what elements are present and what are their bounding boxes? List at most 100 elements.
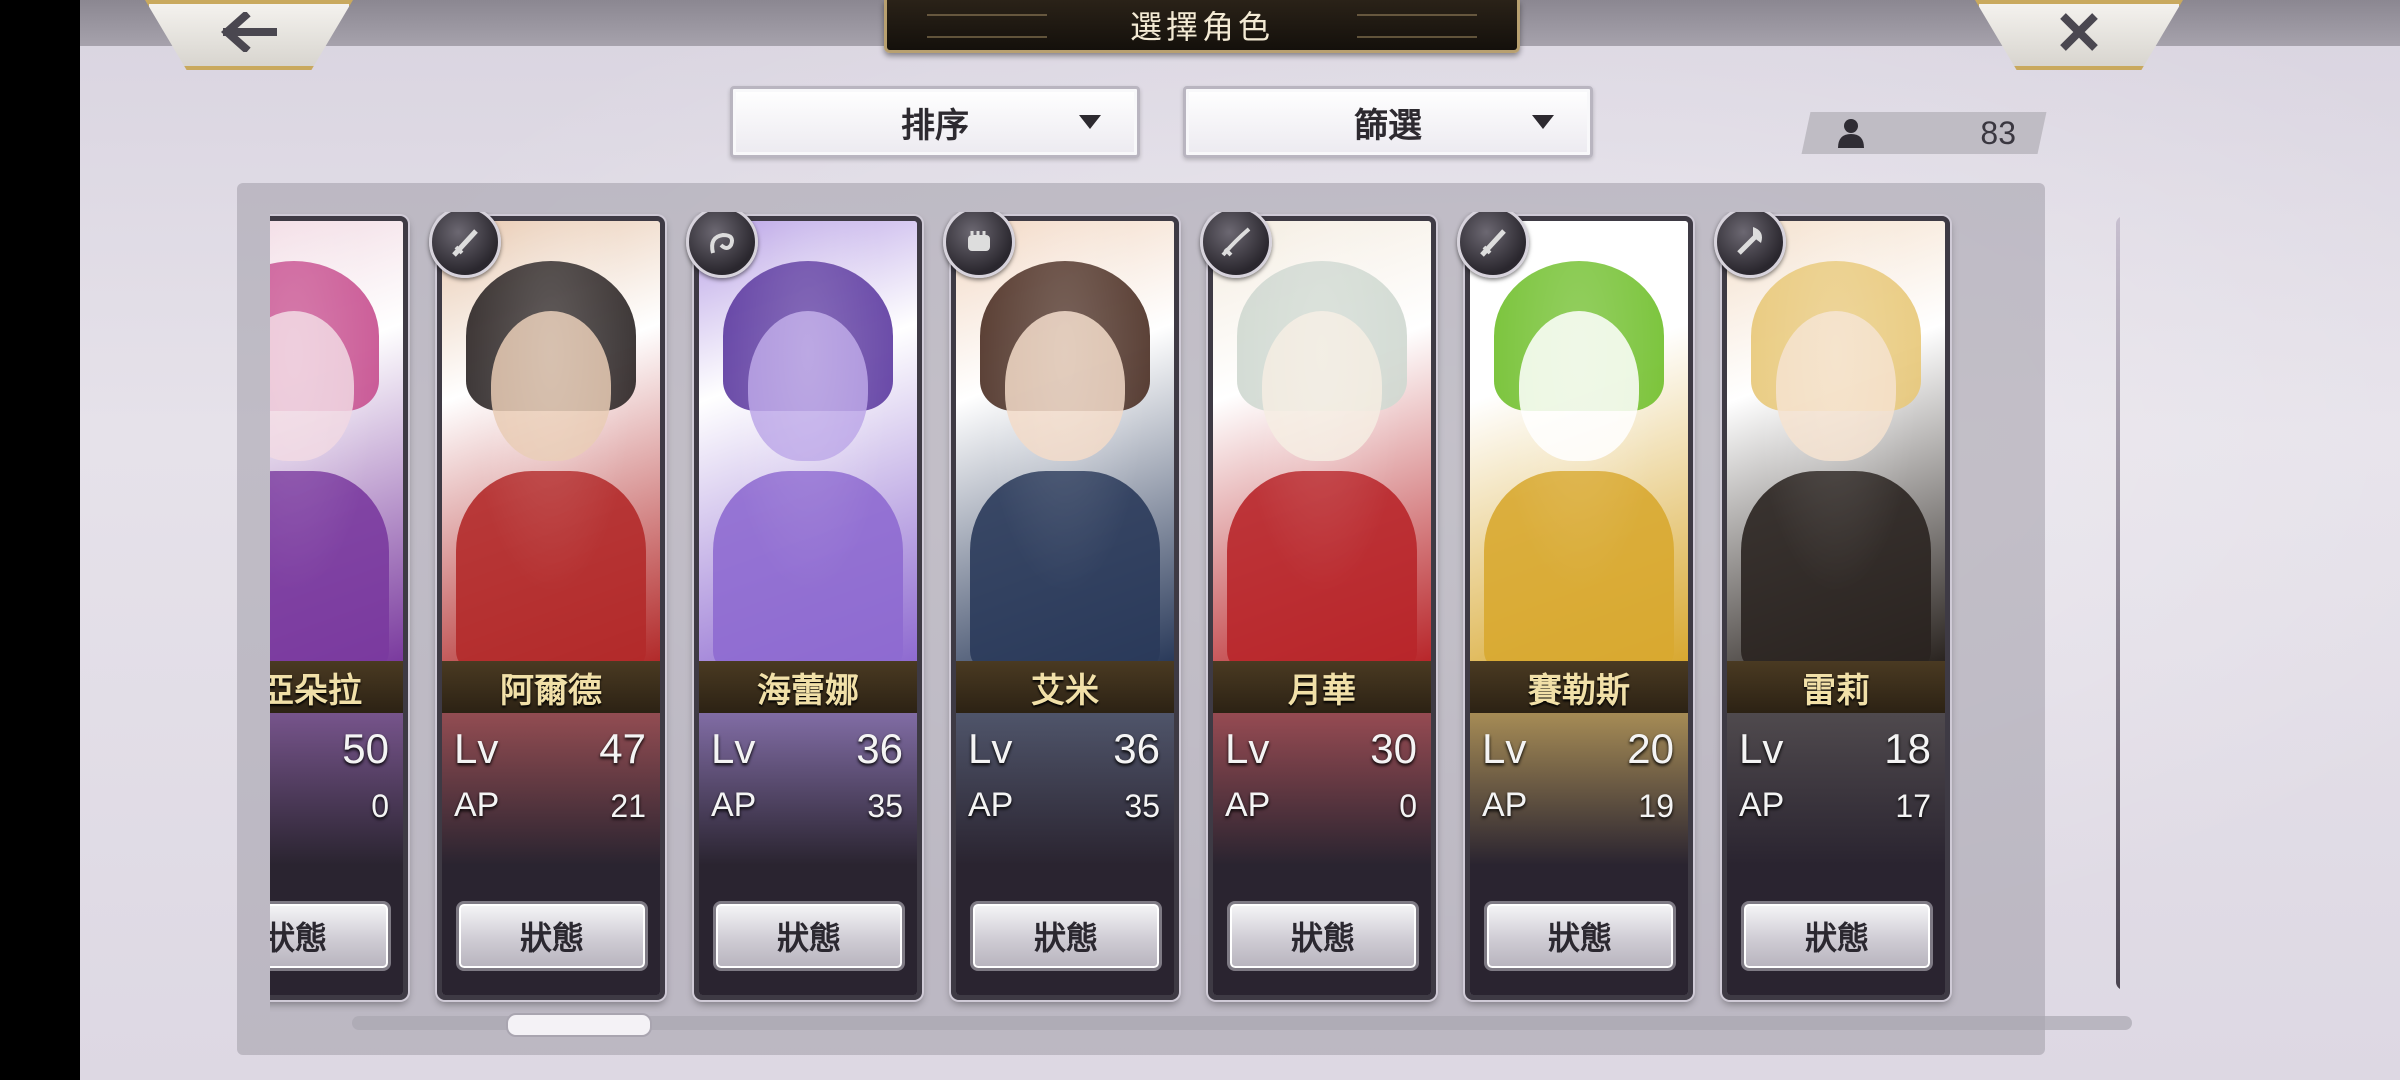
ap-value: 0 [1399,788,1417,824]
portrait-body [456,471,646,671]
ap-value: 21 [610,788,646,824]
sort-label: 排序 [901,105,969,146]
portrait-face [1005,311,1125,461]
ap-row: AP 21 [454,781,646,825]
character-list[interactable]: 蒂亞朵拉 Lv 50 AP 0 狀態 阿爾德 Lv [270,212,2120,1012]
portrait-face [748,311,868,461]
portrait-hair [980,261,1150,411]
ap-row: AP 0 [1225,781,1417,825]
arrow-left-icon [220,12,277,52]
ap-row: AP 35 [711,781,903,825]
ap-label: AP [1225,786,1271,824]
character-name: 艾米 [1031,670,1099,711]
portrait-body [970,471,1160,671]
portrait-face [1776,311,1896,461]
character-card[interactable]: 艾米 Lv 36 AP 35 狀態 [951,216,1179,1000]
portrait-body [270,471,389,671]
status-button[interactable]: 狀態 [1741,901,1933,971]
portrait-hair [1494,261,1664,411]
character-name-bar: 艾米 [956,661,1174,713]
status-button[interactable]: 狀態 [270,901,391,971]
character-name-bar: 海蕾娜 [699,661,917,713]
character-name: 阿爾德 [500,670,602,711]
character-count-value: 83 [1980,114,2016,151]
character-name-bar: 阿爾德 [442,661,660,713]
level-row: Lv 20 [1482,725,1674,773]
level-value: 18 [1884,725,1931,772]
character-portrait [442,221,660,671]
ap-value: 17 [1895,788,1931,824]
level-label: Lv [1225,725,1270,772]
status-button-label: 狀態 [519,919,584,957]
ap-value: 19 [1638,788,1674,824]
close-x-icon [2060,13,2098,51]
character-name-bar: 雷莉 [1727,661,1945,713]
status-button[interactable]: 狀態 [970,901,1162,971]
page-title: 選擇角色 [1129,8,1274,46]
status-button[interactable]: 狀態 [1227,901,1419,971]
scroll-thumb[interactable] [506,1013,652,1037]
level-label: Lv [711,725,756,772]
sort-dropdown[interactable]: 排序 [730,86,1140,158]
person-icon [1838,119,1864,148]
next-card-edge [2116,216,2120,990]
portrait-body [1484,471,1674,671]
level-row: Lv 47 [454,725,646,773]
title-banner: 選擇角色 [884,0,1520,53]
banner-ornament-right [1357,14,1477,38]
ap-row: AP 35 [968,781,1160,825]
character-card[interactable]: 月華 Lv 30 AP 0 狀態 [1208,216,1436,1000]
character-name: 海蕾娜 [757,670,859,711]
status-button-label: 狀態 [1804,919,1869,957]
chevron-down-icon [1532,115,1554,129]
level-value: 20 [1627,725,1674,772]
status-button-label: 狀態 [776,919,841,957]
status-button-label: 狀態 [1547,919,1612,957]
ap-value: 35 [867,788,903,824]
portrait-face [491,311,611,461]
ap-value: 0 [371,788,389,824]
level-row: Lv 50 [270,725,389,773]
level-label: Lv [968,725,1013,772]
character-name: 雷莉 [1802,670,1870,711]
status-button[interactable]: 狀態 [1484,901,1676,971]
ap-row: AP 17 [1739,781,1931,825]
character-name-bar: 月華 [1213,661,1431,713]
character-portrait [1213,221,1431,671]
character-card[interactable]: 蒂亞朵拉 Lv 50 AP 0 狀態 [270,216,408,1000]
ap-label: AP [1739,786,1785,824]
character-card[interactable]: 阿爾德 Lv 47 AP 21 狀態 [437,216,665,1000]
portrait-face [270,311,354,461]
ap-label: AP [968,786,1014,824]
portrait-hair [466,261,636,411]
ap-label: AP [1482,786,1528,824]
portrait-body [1227,471,1417,671]
character-name-bar: 蒂亞朵拉 [270,661,403,713]
character-name: 蒂亞朵拉 [270,670,362,711]
portrait-hair [1751,261,1921,411]
level-row: Lv 36 [711,725,903,773]
character-card[interactable]: 賽勒斯 Lv 20 AP 19 狀態 [1465,216,1693,1000]
ap-label: AP [711,786,757,824]
level-row: Lv 18 [1739,725,1931,773]
character-portrait [699,221,917,671]
character-card[interactable]: 海蕾娜 Lv 36 AP 35 狀態 [694,216,922,1000]
level-label: Lv [454,725,499,772]
ap-row: AP 19 [1482,781,1674,825]
level-label: Lv [1482,725,1527,772]
character-name: 月華 [1288,670,1356,711]
portrait-body [713,471,903,671]
level-label: Lv [1739,725,1784,772]
status-button[interactable]: 狀態 [713,901,905,971]
character-card[interactable]: 雷莉 Lv 18 AP 17 狀態 [1722,216,1950,1000]
filter-dropdown[interactable]: 篩選 [1183,86,1593,158]
level-row: Lv 30 [1225,725,1417,773]
level-value: 47 [599,725,646,772]
level-value: 36 [856,725,903,772]
ap-label: AP [454,786,500,824]
portrait-hair [1237,261,1407,411]
character-portrait [270,221,403,671]
character-name: 賽勒斯 [1528,670,1630,711]
status-button[interactable]: 狀態 [456,901,648,971]
portrait-face [1519,311,1639,461]
